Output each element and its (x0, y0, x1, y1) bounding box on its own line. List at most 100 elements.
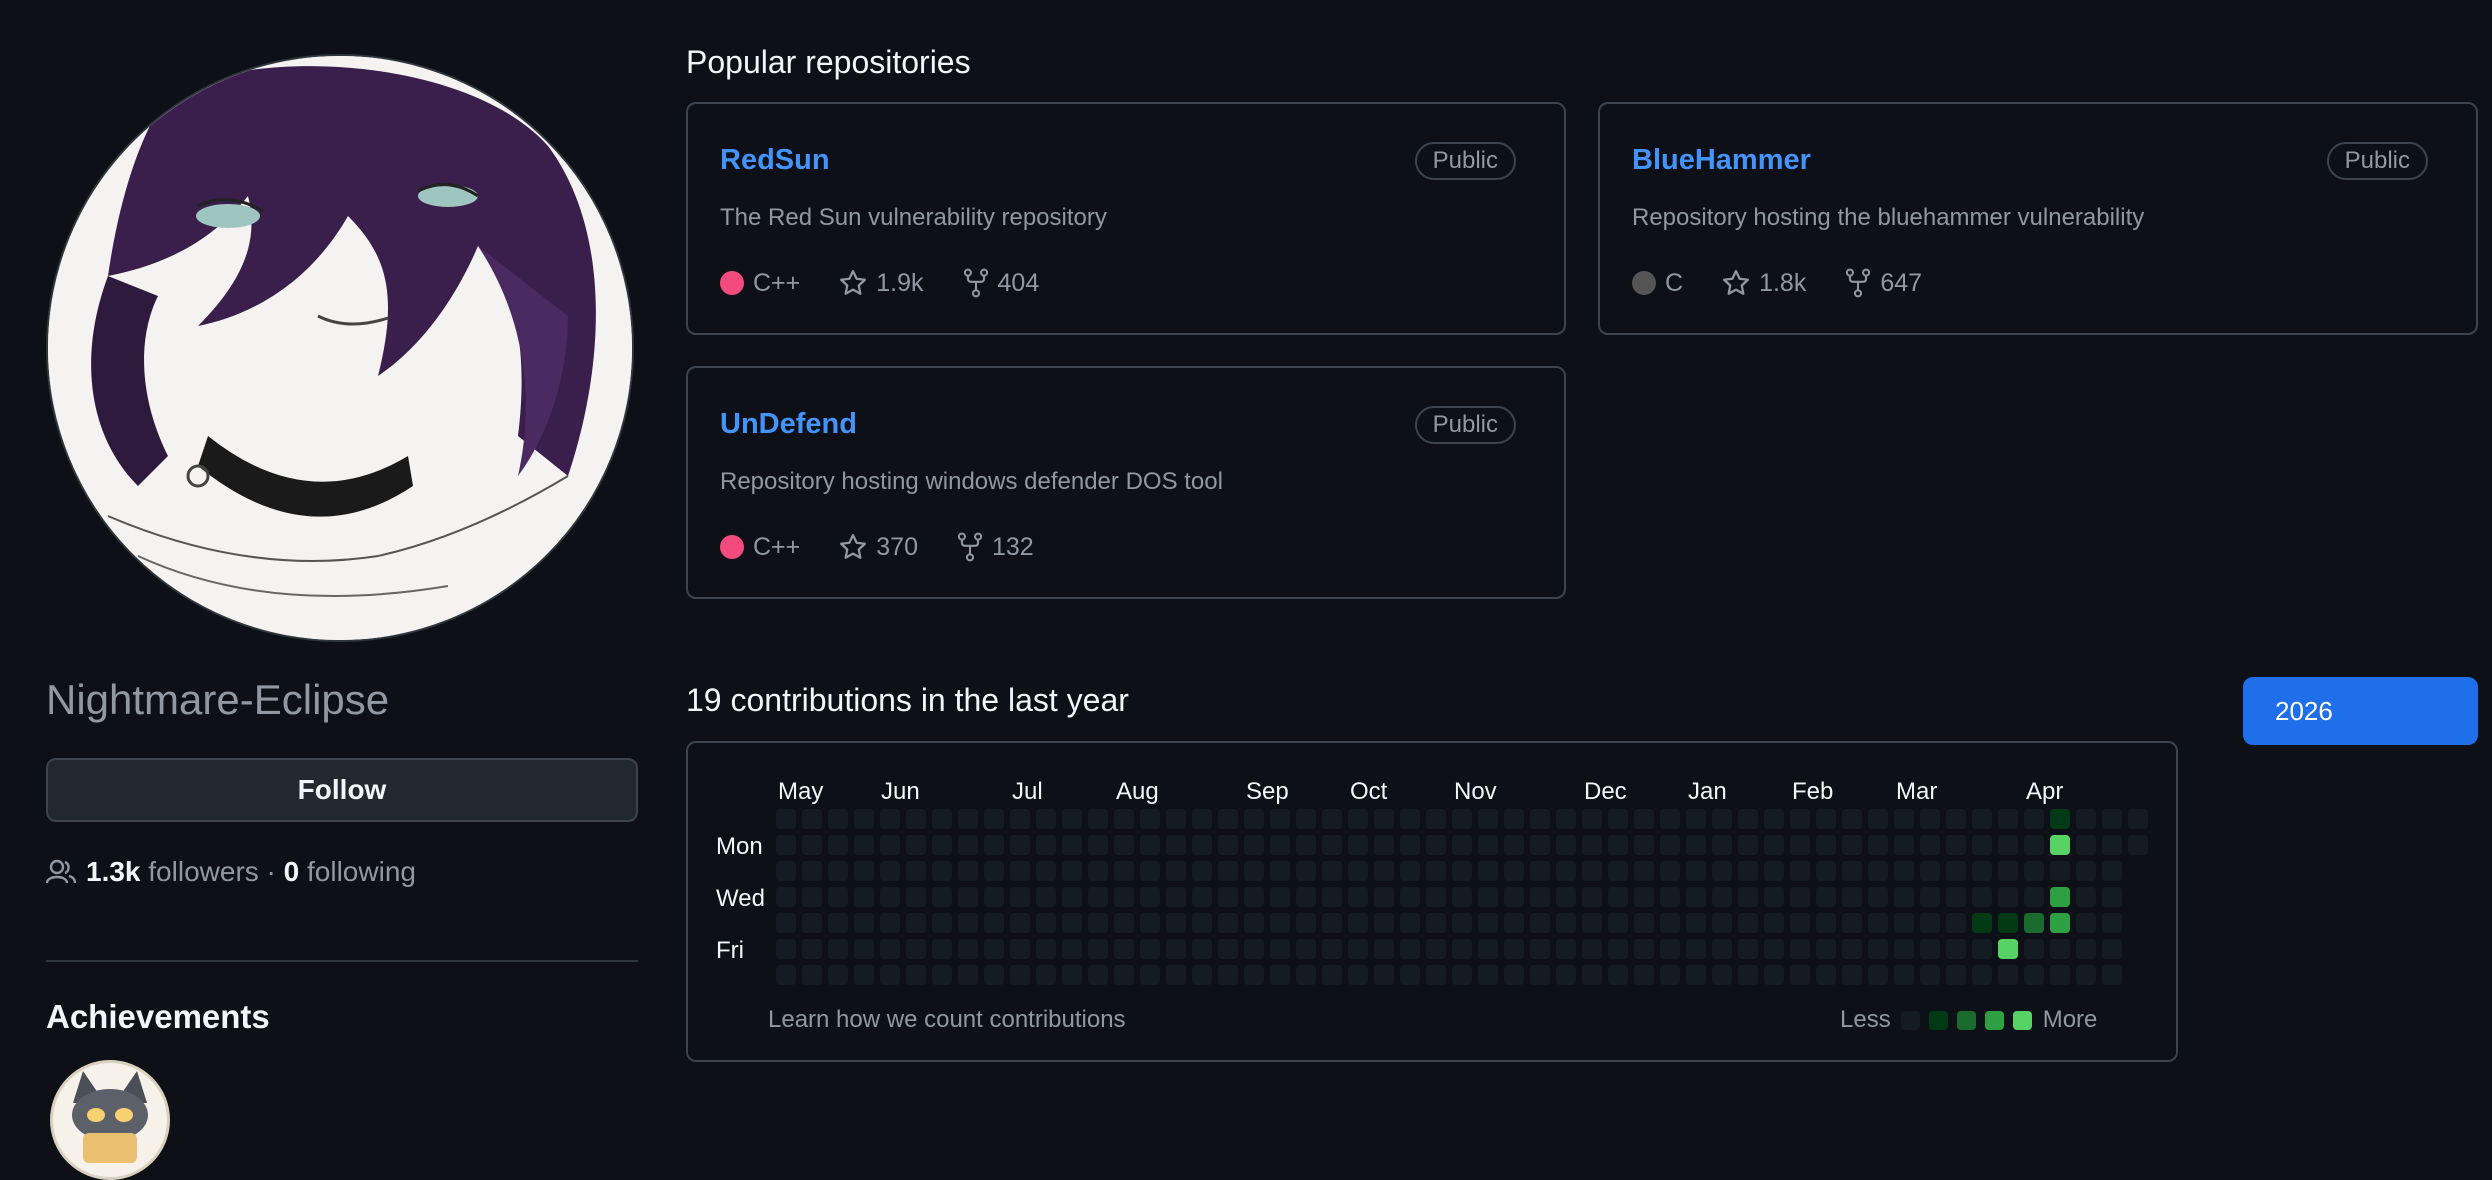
repo-name-link[interactable]: BlueHammer (1632, 144, 1811, 177)
contribution-cell[interactable] (1244, 809, 1264, 829)
contribution-cell[interactable] (1894, 939, 1914, 959)
contribution-cell[interactable] (1972, 887, 1992, 907)
contribution-cell[interactable] (1738, 939, 1758, 959)
contribution-cell[interactable] (854, 887, 874, 907)
contribution-cell[interactable] (1062, 809, 1082, 829)
contribution-cell[interactable] (1010, 835, 1030, 855)
contribution-cell[interactable] (1504, 861, 1524, 881)
contribution-cell[interactable] (880, 887, 900, 907)
contribution-cell[interactable] (932, 887, 952, 907)
contribution-cell[interactable] (984, 835, 1004, 855)
contribution-cell[interactable] (1426, 809, 1446, 829)
contribution-cell[interactable] (776, 835, 796, 855)
contribution-cell[interactable] (1920, 965, 1940, 985)
repo-forks-link[interactable]: 132 (956, 532, 1034, 562)
contribution-cell[interactable] (1348, 861, 1368, 881)
contribution-cell[interactable] (1946, 809, 1966, 829)
contribution-cell[interactable] (1010, 861, 1030, 881)
contribution-cell[interactable] (958, 861, 978, 881)
contribution-cell[interactable] (1114, 835, 1134, 855)
contribution-cell[interactable] (1998, 887, 2018, 907)
contribution-cell[interactable] (1712, 939, 1732, 959)
contribution-cell[interactable] (1088, 887, 1108, 907)
contribution-cell[interactable] (1218, 809, 1238, 829)
contribution-cell[interactable] (1270, 887, 1290, 907)
contribution-cell[interactable] (1582, 887, 1602, 907)
contribution-cell[interactable] (1686, 835, 1706, 855)
achievements-title[interactable]: Achievements (46, 998, 270, 1036)
repo-stars-link[interactable]: 1.9k (838, 268, 924, 298)
contribution-cell[interactable] (828, 939, 848, 959)
contribution-cell[interactable] (1114, 861, 1134, 881)
contribution-cell[interactable] (1270, 835, 1290, 855)
contribution-cell[interactable] (1842, 913, 1862, 933)
contribution-cell[interactable] (984, 809, 1004, 829)
contribution-cell[interactable] (802, 835, 822, 855)
contribution-cell[interactable] (1868, 809, 1888, 829)
contribution-cell[interactable] (1062, 939, 1082, 959)
contribution-cell[interactable] (1374, 809, 1394, 829)
contribution-cell[interactable] (1088, 809, 1108, 829)
contribution-cell[interactable] (1634, 913, 1654, 933)
contribution-cell[interactable] (1192, 835, 1212, 855)
contribution-cell[interactable] (1608, 835, 1628, 855)
contribution-cell[interactable] (1634, 809, 1654, 829)
contribution-cell[interactable] (1764, 965, 1784, 985)
contribution-cell[interactable] (1634, 861, 1654, 881)
contribution-cell[interactable] (1088, 835, 1108, 855)
contribution-cell[interactable] (958, 939, 978, 959)
contribution-cell[interactable] (1868, 887, 1888, 907)
contribution-cell[interactable] (880, 835, 900, 855)
contribution-cell[interactable] (1764, 887, 1784, 907)
contribution-cell[interactable] (1478, 939, 1498, 959)
contribution-cell[interactable] (1192, 887, 1212, 907)
contribution-cell[interactable] (1634, 965, 1654, 985)
contribution-cell[interactable] (906, 835, 926, 855)
contribution-cell[interactable] (2076, 861, 2096, 881)
contribution-cell[interactable] (1452, 913, 1472, 933)
contribution-cell[interactable] (1582, 939, 1602, 959)
contribution-cell[interactable] (1400, 809, 1420, 829)
contribution-cell[interactable] (1244, 913, 1264, 933)
contribution-cell[interactable] (1166, 835, 1186, 855)
contribution-cell[interactable] (1660, 887, 1680, 907)
contribution-cell[interactable] (1166, 861, 1186, 881)
contribution-cell[interactable] (1920, 913, 1940, 933)
contribution-cell[interactable] (906, 809, 926, 829)
contribution-cell[interactable] (1712, 887, 1732, 907)
contribution-cell[interactable] (1322, 887, 1342, 907)
contribution-cell[interactable] (1738, 861, 1758, 881)
contribution-cell[interactable] (1816, 913, 1836, 933)
contribution-cell[interactable] (1972, 835, 1992, 855)
contribution-cell[interactable] (1192, 939, 1212, 959)
contribution-cell[interactable] (1712, 965, 1732, 985)
contribution-cell[interactable] (1972, 809, 1992, 829)
contribution-cell[interactable] (1530, 861, 1550, 881)
contribution-cell[interactable] (1868, 939, 1888, 959)
repo-forks-link[interactable]: 647 (1844, 268, 1922, 298)
contribution-cell[interactable] (802, 861, 822, 881)
contribution-cell[interactable] (1270, 913, 1290, 933)
contribution-cell[interactable] (1686, 913, 1706, 933)
contribution-cell[interactable] (828, 861, 848, 881)
contribution-cell[interactable] (1166, 887, 1186, 907)
contribution-cell[interactable] (1894, 809, 1914, 829)
contribution-cell[interactable] (1114, 913, 1134, 933)
contribution-cell[interactable] (1556, 913, 1576, 933)
contribution-cell[interactable] (880, 809, 900, 829)
contribution-cell[interactable] (1530, 939, 1550, 959)
contribution-cell[interactable] (1946, 887, 1966, 907)
contribution-cell[interactable] (1244, 965, 1264, 985)
contribution-cell[interactable] (1868, 835, 1888, 855)
contribution-cell[interactable] (1400, 861, 1420, 881)
contribution-cell[interactable] (1374, 861, 1394, 881)
contribution-cell[interactable] (1166, 939, 1186, 959)
contribution-cell[interactable] (1452, 861, 1472, 881)
contribution-cell[interactable] (1608, 887, 1628, 907)
contribution-cell[interactable] (1712, 913, 1732, 933)
contribution-cell[interactable] (1504, 887, 1524, 907)
contribution-cell[interactable] (1426, 887, 1446, 907)
contribution-cell[interactable] (1140, 913, 1160, 933)
contribution-cell[interactable] (1920, 887, 1940, 907)
contribution-cell[interactable] (1868, 965, 1888, 985)
